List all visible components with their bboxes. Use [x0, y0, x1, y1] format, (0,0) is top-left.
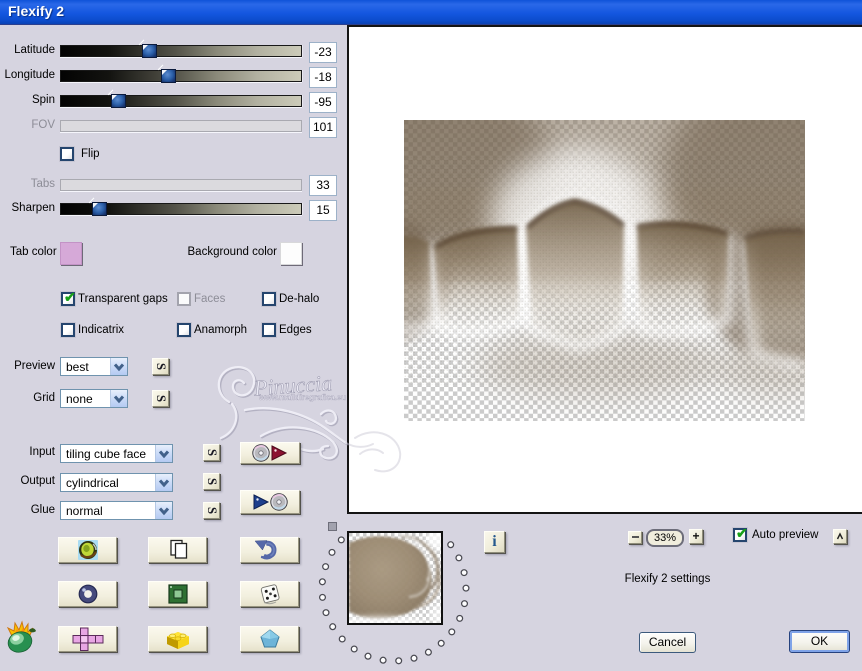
svg-text:Pinuccia: Pinuccia	[252, 370, 333, 400]
svg-text:www.maildiregrafica.eu: www.maildiregrafica.eu	[258, 393, 346, 402]
